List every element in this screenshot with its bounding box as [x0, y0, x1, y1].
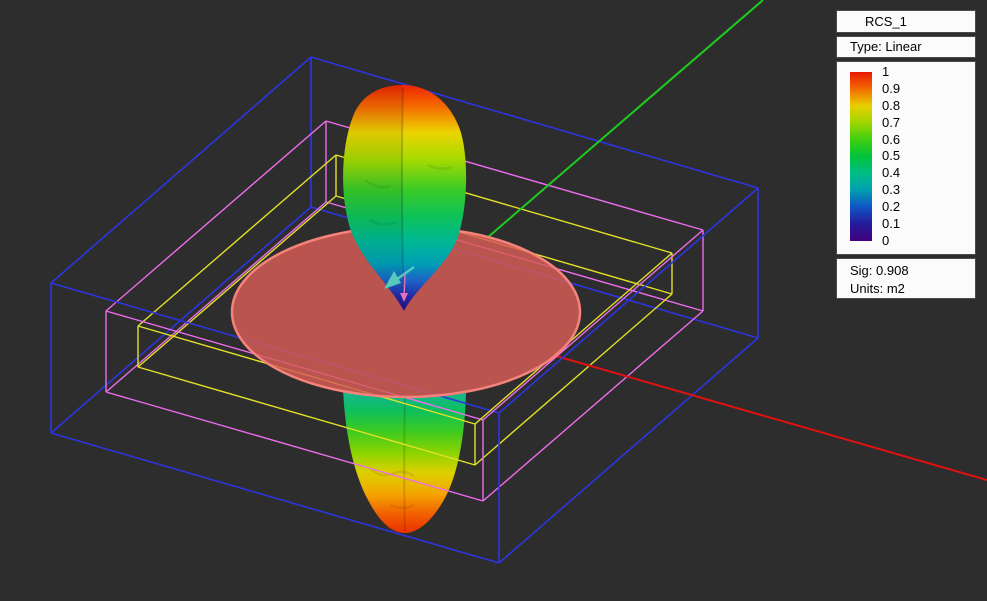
units-value: Units: m2 — [850, 281, 905, 296]
result-name: RCS_1 — [865, 14, 907, 29]
colorbar-labels: 1 0.9 0.8 0.7 0.6 0.5 0.4 0.3 0.2 0.1 0 — [882, 65, 900, 248]
colorbar-tick-label: 0.1 — [882, 216, 901, 232]
colorbar-tick-label: 0.9 — [882, 80, 901, 96]
colorbar-tick-label: 0.3 — [882, 182, 901, 198]
colorbar-tick-label: 0.2 — [882, 199, 901, 215]
colorbar-tick-label: 0.6 — [882, 131, 901, 147]
colorbar-tick-label: 0.7 — [882, 114, 901, 130]
result-legend-panel: RCS_1 Type: Linear 1 0.9 0.8 0.7 0.6 0.5… — [836, 10, 976, 302]
colorbar-tick-label: 0.5 — [882, 148, 901, 164]
sig-value: Sig: 0.908 — [850, 263, 909, 278]
legend-title-box: RCS_1 — [836, 10, 976, 33]
result-type: Type: Linear — [850, 39, 922, 54]
legend-stats-box: Sig: 0.908 Units: m2 — [836, 258, 976, 299]
legend-type-box: Type: Linear — [836, 36, 976, 58]
lower-lobe-seam — [403, 395, 406, 532]
colorbar-tick-label: 0 — [882, 232, 890, 248]
colorbar-tick-label: 1 — [882, 64, 890, 79]
legend-colorbar-box: 1 0.9 0.8 0.7 0.6 0.5 0.4 0.3 0.2 0.1 0 — [836, 61, 976, 255]
colorbar-gradient — [850, 72, 872, 241]
colorbar-tick-label: 0.8 — [882, 97, 901, 113]
colorbar-tick-label: 0.4 — [882, 165, 901, 181]
